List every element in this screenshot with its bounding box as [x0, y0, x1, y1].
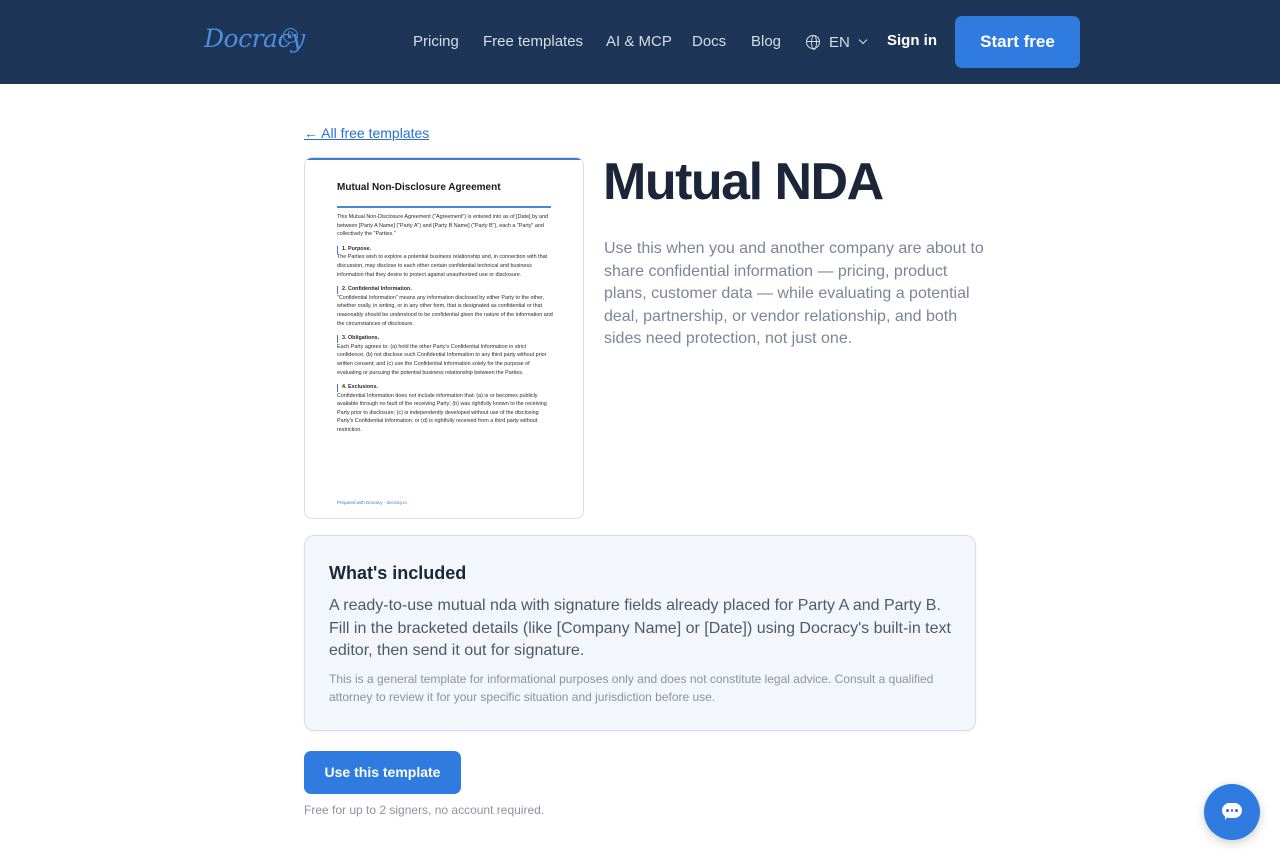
chevron-down-icon — [858, 35, 868, 45]
logo-badge-icon: D — [283, 28, 298, 43]
preview-doc-title: Mutual Non-Disclosure Agreement — [337, 182, 501, 193]
all-free-templates-link[interactable]: ← All free templates — [304, 125, 429, 141]
preview-section-text: Confidential Information does not includ… — [337, 392, 547, 434]
docracy-logo[interactable]: Docracy D — [204, 22, 305, 60]
template-description: Use this when you and another company ar… — [604, 240, 984, 348]
language-label: EN — [829, 33, 850, 51]
start-free-button[interactable]: Start free — [955, 16, 1080, 68]
top-navigation-bar: Docracy D Pricing Free templates AI & MC… — [0, 0, 1280, 84]
use-this-template-button[interactable]: Use this template — [304, 751, 461, 794]
page-title: Mutual NDA — [603, 153, 884, 211]
preview-section-heading: 3. Obligations. — [337, 334, 553, 343]
legal-disclaimer: This is a general template for informati… — [329, 672, 934, 704]
chat-bubble-icon — [1222, 803, 1242, 820]
preview-section-text: The Parties wish to explore a potential … — [337, 254, 548, 278]
whats-included-card: What's included A ready-to-use mutual nd… — [304, 535, 976, 731]
nav-link-ai-mcp[interactable]: AI & MCP — [606, 32, 672, 52]
template-preview: Mutual Non-Disclosure Agreement This Mut… — [304, 157, 584, 519]
preview-intro: This Mutual Non-Disclosure Agreement ("A… — [337, 214, 549, 238]
nav-link-blog[interactable]: Blog — [751, 32, 781, 52]
preview-footer: Prepared with Docracy · docracy.io — [337, 500, 407, 505]
preview-section-heading: 2. Confidential Information. — [337, 285, 553, 294]
preview-doc-body: This Mutual Non-Disclosure Agreement ("A… — [337, 213, 553, 435]
preview-section-heading: 4. Exclusions. — [337, 383, 553, 392]
whats-included-text: A ready-to-use mutual nda with signature… — [329, 597, 951, 660]
sign-in-link[interactable]: Sign in — [887, 32, 937, 49]
globe-icon — [806, 35, 820, 50]
nav-link-pricing[interactable]: Pricing — [413, 32, 459, 52]
preview-accent-line — [305, 158, 583, 160]
free-signers-note: Free for up to 2 signers, no account req… — [304, 803, 545, 817]
whats-included-heading: What's included — [329, 563, 467, 583]
chat-widget-button[interactable] — [1204, 784, 1260, 840]
nav-link-docs[interactable]: Docs — [692, 32, 726, 52]
preview-section-text: Each Party agrees to: (a) hold the other… — [337, 343, 547, 376]
preview-section-text: "Confidential Information" means any inf… — [337, 294, 553, 327]
language-selector[interactable]: EN — [806, 31, 868, 53]
preview-title-rule — [337, 206, 551, 208]
nav-link-free-templates[interactable]: Free templates — [483, 32, 583, 52]
preview-section-heading: 1. Purpose. — [337, 245, 553, 254]
